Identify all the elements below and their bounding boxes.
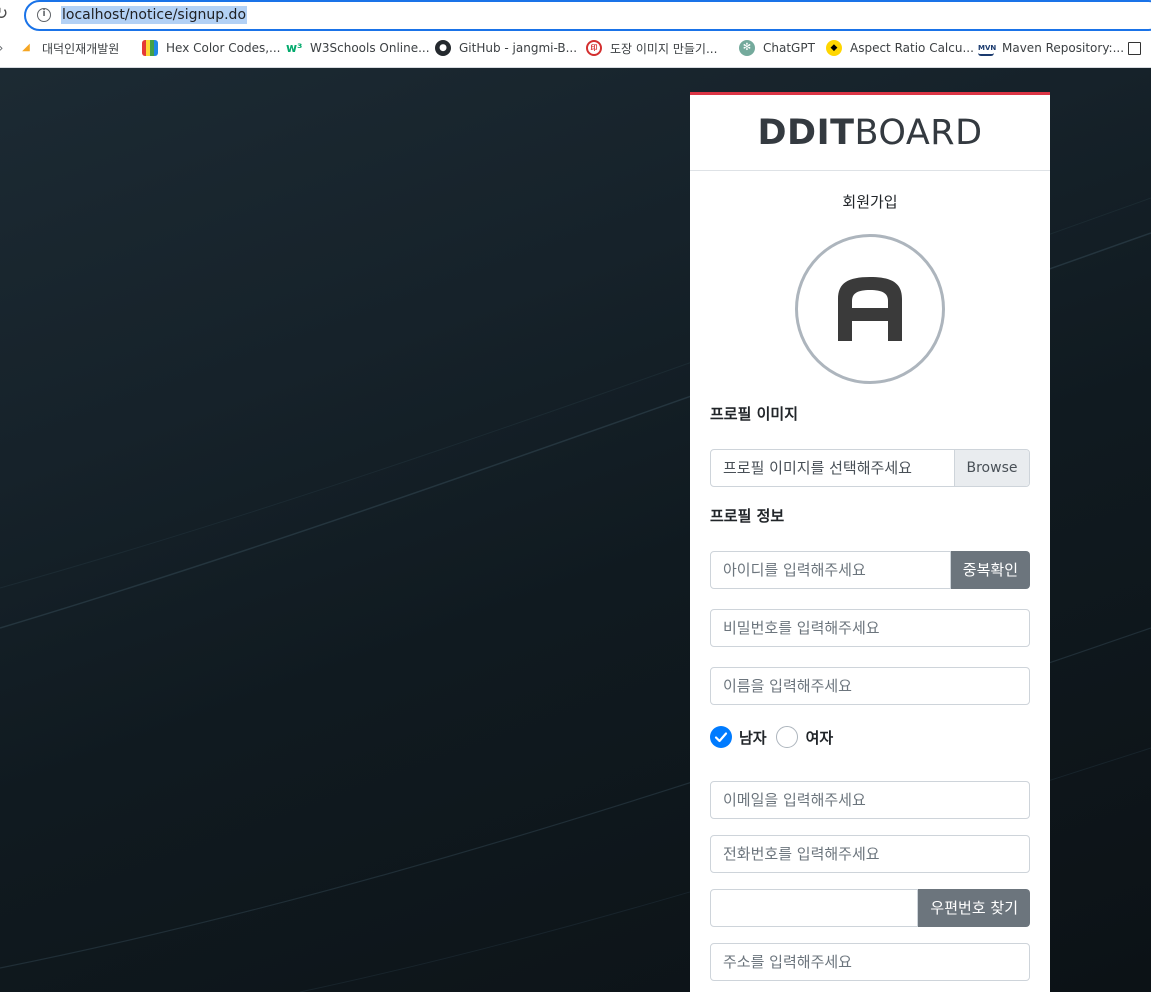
maven-icon: MVN xyxy=(978,40,996,56)
email-input[interactable]: 이메일을 입력해주세요 xyxy=(710,781,1030,819)
bookmark-stamp[interactable]: 印 도장 이미지 만들기... xyxy=(586,38,717,58)
avatar-letter-icon xyxy=(838,277,902,341)
site-info-icon[interactable]: i xyxy=(37,8,51,22)
stamp-icon: 印 xyxy=(586,40,602,56)
female-label[interactable]: 여자 xyxy=(806,727,834,748)
brand-title[interactable]: DDITBOARD xyxy=(690,95,1050,171)
bookmark-hex-color[interactable]: Hex Color Codes,... xyxy=(142,38,281,58)
phone-input[interactable]: 전화번호를 입력해주세요 xyxy=(710,835,1030,873)
bookmark-folder[interactable] xyxy=(1128,38,1149,58)
bookmark-chatgpt[interactable]: ✻ ChatGPT xyxy=(739,38,815,58)
find-postcode-button[interactable]: 우편번호 찾기 xyxy=(918,889,1030,927)
female-radio[interactable] xyxy=(775,726,798,748)
brand-bold: DDIT xyxy=(757,113,855,153)
profile-avatar xyxy=(795,234,945,384)
bookmark-overflow-icon[interactable]: » xyxy=(0,38,3,58)
chatgpt-icon: ✻ xyxy=(739,40,755,56)
browser-chrome: ↻ i localhost/notice/signup.do » ◢ 대덕인재개… xyxy=(0,0,1151,68)
gender-radio-group: 남자 여자 xyxy=(710,725,833,749)
bookmark-w3schools[interactable]: w³ W3Schools Online... xyxy=(286,38,430,58)
page-subtitle: 회원가입 xyxy=(842,193,898,211)
address-bar[interactable]: i localhost/notice/signup.do xyxy=(24,0,1151,31)
name-input[interactable]: 이름을 입력해주세요 xyxy=(710,667,1030,705)
folder-icon xyxy=(1128,41,1141,55)
male-radio[interactable] xyxy=(710,726,732,748)
w3schools-icon: w³ xyxy=(286,41,303,55)
signup-card: DDITBOARD 회원가입 프로필 이미지 프로필 이미지를 선택해주세요 B… xyxy=(690,92,1050,992)
profile-info-label: 프로필 정보 xyxy=(710,507,785,525)
postcode-input-group: 우편번호 찾기 xyxy=(710,889,1030,927)
url-text[interactable]: localhost/notice/signup.do xyxy=(61,6,248,24)
postcode-input[interactable] xyxy=(710,889,919,927)
brand-light: BOARD xyxy=(854,113,983,153)
bookmark-github[interactable]: ● GitHub - jangmi-B... xyxy=(435,38,577,58)
profile-image-file-input[interactable]: 프로필 이미지를 선택해주세요 Browse xyxy=(710,449,1030,487)
aspect-ratio-icon: ◆ xyxy=(826,40,842,56)
file-input-text[interactable]: 프로필 이미지를 선택해주세요 xyxy=(711,450,954,486)
password-input[interactable]: 비밀번호를 입력해주세요 xyxy=(710,609,1030,647)
bookmark-aspect-ratio[interactable]: ◆ Aspect Ratio Calcu... xyxy=(826,38,974,58)
profile-image-label: 프로필 이미지 xyxy=(710,405,799,423)
check-icon xyxy=(714,732,728,743)
bookmark-maven[interactable]: MVN Maven Repository:... xyxy=(978,38,1124,58)
reload-icon[interactable]: ↻ xyxy=(0,3,14,25)
male-label[interactable]: 남자 xyxy=(739,727,767,748)
browse-button[interactable]: Browse xyxy=(954,450,1029,486)
hex-color-icon xyxy=(142,40,158,56)
duplicate-check-button[interactable]: 중복확인 xyxy=(950,551,1030,589)
github-icon: ● xyxy=(435,40,451,56)
id-input[interactable]: 아이디를 입력해주세요 xyxy=(710,551,951,589)
bookmark-ddit[interactable]: ◢ 대덕인재개발원 xyxy=(18,38,119,58)
bookmarks-bar: » ◢ 대덕인재개발원 Hex Color Codes,... w³ W3Sch… xyxy=(0,36,1151,60)
id-input-group: 아이디를 입력해주세요 중복확인 xyxy=(710,551,1030,589)
address-input[interactable]: 주소를 입력해주세요 xyxy=(710,943,1030,981)
ddit-icon: ◢ xyxy=(22,42,30,53)
